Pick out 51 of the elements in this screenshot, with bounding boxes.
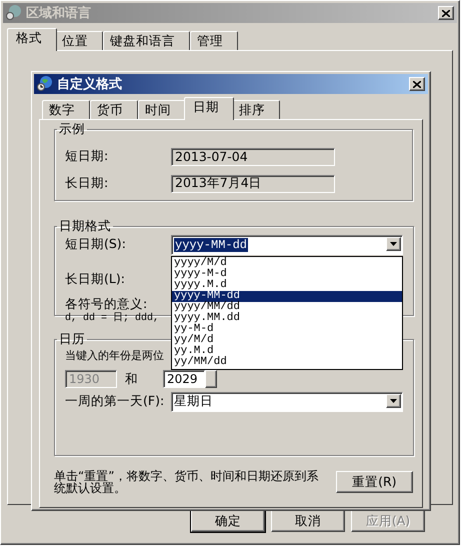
list-option[interactable]: yyyy.MM.dd [172,313,402,324]
tab[interactable]: 日期 [184,97,234,120]
group-title: 日历 [58,331,86,348]
button[interactable]: 取消 [271,510,345,532]
tab[interactable]: 排序 [232,100,280,119]
list-option[interactable]: yy.M.d [172,346,402,357]
list-option[interactable]: yyyy.M.d [172,280,402,291]
field-label: 长日期: [65,175,110,192]
globe-icon [6,4,22,22]
info-text: 当键入的年份是两位 [65,348,164,363]
tab[interactable]: 格式 [7,28,57,51]
field-label: 短日期(S): [65,236,127,253]
tab[interactable]: 键盘和语言 [103,31,190,50]
tab[interactable]: 管理 [190,31,238,50]
close-button[interactable] [409,77,425,91]
list-option[interactable]: yyyy/MM/dd [172,302,402,313]
legend-title: 各符号的意义: [65,297,148,310]
tab[interactable]: 位置 [55,31,103,50]
list-option[interactable]: yyyy-M-d [172,269,402,280]
close-icon [442,10,450,16]
tab[interactable]: 货币 [90,100,138,119]
list-option[interactable]: yyyy-MM-dd [172,291,402,302]
tab[interactable]: 数字 [42,100,90,119]
dropdown-value: yyyy-MM-dd [174,238,248,252]
list-option[interactable]: yy/MM/dd [172,357,402,368]
list-option[interactable]: yy-M-d [172,324,402,335]
dropdown-value: 星期日 [174,393,213,410]
globe-icon [37,74,53,94]
group-title: 示例 [58,121,86,138]
year-field[interactable]: 2029 [163,370,205,388]
field-label: 短日期: [65,148,110,165]
field-label: 长日期(L): [65,271,126,288]
field-label: 一周的第一天(F): [65,393,166,410]
group-title: 日期格式 [58,218,112,235]
list-option[interactable]: yy/M/d [172,335,402,346]
window-title: 自定义格式 [57,76,122,93]
and-label: 和 [124,370,139,388]
readonly-field: 2013年7月4日 [171,174,335,192]
close-button[interactable] [438,6,454,20]
window-title: 区域和语言 [26,4,91,22]
dropdown[interactable]: 星期日 [171,392,403,412]
close-icon [413,80,421,88]
legend-text: d, dd = 日; ddd, [65,311,160,324]
list-option[interactable]: yyyy/M/d [172,258,402,269]
spin-button[interactable] [205,370,217,388]
button[interactable]: 重置(R) [336,471,413,493]
readonly-field: 2013-07-04 [171,148,335,166]
reset-hint: 单击“重置”，将数字、货币、时间和日期还原到系统默认设置。 [54,470,320,494]
button[interactable]: 确定 [191,510,265,532]
dropdown[interactable]: yyyy-MM-dd [171,234,403,254]
tab[interactable]: 时间 [138,100,186,119]
